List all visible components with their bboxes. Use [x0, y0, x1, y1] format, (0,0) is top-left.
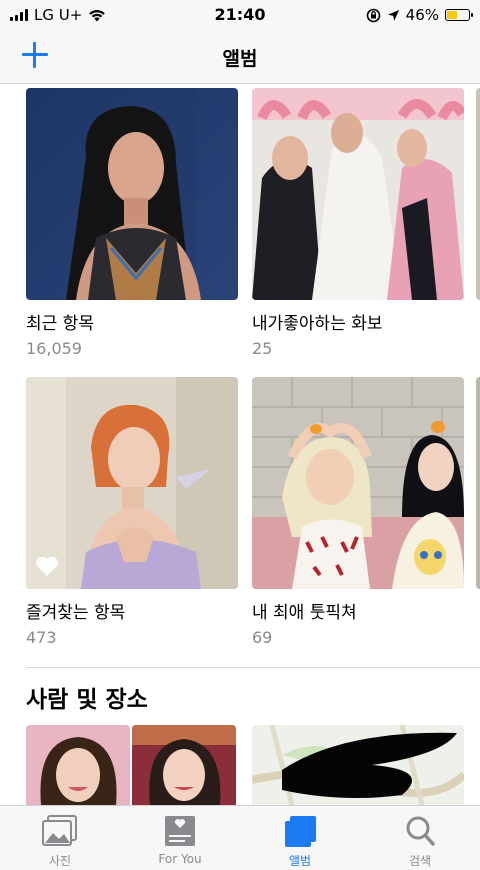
album-count: 473	[26, 628, 57, 647]
album-favorites[interactable]: 즐겨찾는 항목 473	[26, 377, 238, 647]
album-count: 16,059	[26, 339, 82, 358]
tab-label: 사진	[48, 854, 72, 868]
person-thumbnail[interactable]	[132, 725, 236, 805]
battery-level	[447, 11, 457, 19]
album-title: 최근 항목	[26, 314, 94, 334]
album-title: 즐겨찾는 항목	[26, 603, 126, 623]
tab-bar: 사진 For You 앨범 검색	[0, 805, 480, 870]
people-places-title: 사람 및 장소	[26, 687, 148, 713]
album-count: 25	[252, 339, 273, 358]
status-right: 46%	[366, 6, 473, 24]
person-thumbnail[interactable]	[26, 725, 130, 805]
photos-icon	[42, 815, 77, 846]
album-title: 내가좋아하는 화보	[252, 314, 383, 334]
tab-label: For You	[158, 852, 202, 866]
location-icon	[387, 9, 399, 21]
album-recents[interactable]: 최근 항목 16,059	[26, 88, 238, 358]
battery-percent: 46%	[405, 6, 439, 24]
album-title: 내 최애 툿픽쳐	[252, 603, 357, 623]
battery-icon	[445, 9, 473, 21]
album-thumbnail	[252, 377, 464, 589]
album-thumbnail	[252, 88, 464, 300]
tab-label: 검색	[408, 854, 432, 868]
nav-bar: 앨범	[0, 30, 480, 84]
tab-search[interactable]: 검색	[360, 806, 480, 870]
tab-label: 앨범	[288, 854, 312, 868]
album-my-bias[interactable]: 내 최애 툿픽쳐 69	[252, 377, 464, 647]
page-title: 앨범	[222, 48, 258, 70]
tab-for-you[interactable]: For You	[120, 806, 240, 870]
album-thumbnail	[26, 377, 238, 589]
section-divider	[26, 667, 480, 668]
places-map-thumbnail[interactable]	[252, 725, 464, 805]
album-count: 69	[252, 628, 273, 647]
album-favorite-photoshoots[interactable]: 내가좋아하는 화보 25	[252, 88, 464, 358]
tab-albums[interactable]: 앨범	[240, 806, 360, 870]
for-you-icon	[165, 816, 195, 846]
status-bar: LG U+ 21:40 46%	[0, 0, 480, 30]
orientation-lock-icon	[366, 8, 380, 22]
albums-icon	[285, 816, 316, 847]
tab-photos[interactable]: 사진	[0, 806, 120, 870]
album-thumbnail	[26, 88, 238, 300]
search-icon	[406, 816, 435, 846]
album-peek[interactable]	[476, 88, 480, 300]
album-peek[interactable]	[476, 377, 480, 589]
heart-icon	[36, 556, 58, 576]
